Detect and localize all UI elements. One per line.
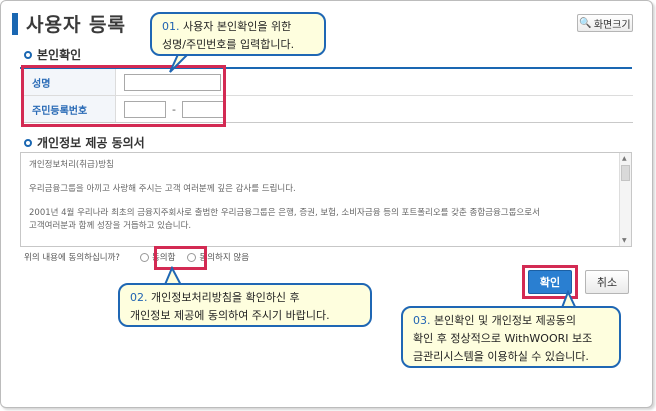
callout-1: 01. 사용자 본인확인을 위한 성명/주민번호를 입력합니다. [150, 12, 326, 56]
callout-1-line1: 사용자 본인확인을 위한 [183, 20, 292, 33]
privacy-terms-box[interactable]: 개인정보처리(취급)방침 우리금융그룹을 아끼고 사랑해 주시는 고객 여러분께… [20, 152, 632, 247]
callout-2-line2: 개인정보 제공에 동의하여 주시기 바랍니다. [130, 309, 330, 322]
agree-radio-circle[interactable] [139, 252, 149, 262]
identity-heading-text: 본인확인 [37, 48, 82, 62]
consent-heading-text: 개인정보 제공 동의서 [37, 136, 145, 150]
magnifier-icon: 🔍 [579, 17, 592, 29]
section-bullet-icon [24, 138, 32, 147]
callout-2: 02. 개인정보처리방침을 확인하신 후 개인정보 제공에 동의하여 주시기 바… [118, 283, 372, 327]
consent-question: 위의 내용에 동의하십니까? [24, 253, 120, 263]
terms-title: 개인정보처리(취급)방침 [29, 160, 114, 170]
terms-scrollbar[interactable]: ▲ ▼ [619, 153, 631, 246]
callout-3-line1: 본인확인 및 개인정보 제공동의 [434, 314, 577, 327]
cancel-button[interactable]: 취소 [585, 270, 629, 294]
callout-3-line2: 확인 후 정상적으로 WithWOORI 보조 [413, 332, 593, 345]
scroll-thumb[interactable] [621, 165, 630, 181]
callout-3-number: 03. [413, 314, 431, 327]
zoom-button-label: 화면크기 [593, 19, 631, 31]
section-bullet-icon [24, 50, 32, 59]
callout-3: 03. 본인확인 및 개인정보 제공동의 확인 후 정상적으로 WithWOOR… [401, 306, 621, 368]
highlight-box-identity [21, 65, 226, 127]
consent-choice-row: 위의 내용에 동의하십니까? 동의함 동의하지 않음 [24, 251, 249, 263]
callout-2-number: 02. [130, 291, 148, 304]
terms-paragraph: 고객여러분과 함께 성장을 거듭하고 있습니다. [29, 221, 192, 231]
title-bullet [12, 12, 18, 35]
terms-paragraph: 2001년 4월 우리나라 최초의 금융지주회사로 출범한 우리금융그룹은 은행… [29, 208, 540, 218]
scroll-up-icon[interactable]: ▲ [622, 155, 627, 162]
page-header: 사용자 등록 [12, 10, 126, 37]
consent-section-heading: 개인정보 제공 동의서 [24, 134, 145, 151]
page-title: 사용자 등록 [26, 14, 127, 36]
callout-1-number: 01. [162, 20, 180, 33]
terms-paragraph: 우리금융그룹을 아끼고 사랑해 주시는 고객 여러분께 깊은 감사를 드립니다. [29, 184, 296, 194]
identity-section-heading: 본인확인 [24, 46, 81, 63]
callout-3-line3: 금관리시스템을 이용하실 수 있습니다. [413, 350, 589, 363]
callout-2-line1: 개인정보처리방침을 확인하신 후 [151, 291, 300, 304]
callout-1-line2: 성명/주민번호를 입력합니다. [162, 38, 295, 51]
zoom-button[interactable]: 🔍 화면크기 [577, 14, 633, 32]
scroll-down-icon[interactable]: ▼ [622, 237, 627, 244]
